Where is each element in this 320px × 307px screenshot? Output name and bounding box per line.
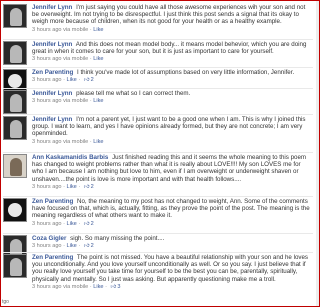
comment-author[interactable]: Zen Parenting xyxy=(32,254,73,261)
divider xyxy=(3,114,313,115)
comment-body: Zen Parenting No, the meaning to my post… xyxy=(32,198,313,228)
watermark: tgo xyxy=(2,299,9,305)
comment-body: Coza Gigler sigh. So many missing the po… xyxy=(32,235,313,250)
comment: Jennifer Lynn please tell me what so I c… xyxy=(3,90,313,114)
comment-time[interactable]: 3 hours ago xyxy=(32,243,62,249)
divider xyxy=(3,196,313,197)
comment-text: The point is not missed. You have a beau… xyxy=(32,254,309,283)
comment-body: Ann Kaskamanidis Barbis Just finished re… xyxy=(32,154,313,191)
comment-text: I'm not a parent yet, I just want to be … xyxy=(32,116,306,138)
comment-meta: 3 hours ago via mobile · Like · 👍︎3 xyxy=(32,283,121,290)
divider xyxy=(3,252,313,253)
comment: Zen Parenting No, the meaning to my post… xyxy=(3,198,313,228)
comment-meta: 3 hours ago via mobile · Like xyxy=(32,26,104,33)
comment-time[interactable]: 3 hours ago xyxy=(32,77,62,83)
comment: Jennifer Lynn And this does not mean mod… xyxy=(3,41,313,65)
comment-author[interactable]: Ann Kaskamanidis Barbis xyxy=(32,154,108,161)
comment-time[interactable]: 3 hours ago via mobile xyxy=(32,56,88,62)
comment-text: please tell me what so I can correct the… xyxy=(76,90,191,97)
comment-author[interactable]: Coza Gigler xyxy=(32,235,66,242)
comment-time[interactable]: 3 hours ago via mobile xyxy=(32,139,88,145)
like-link[interactable]: Like xyxy=(67,221,77,227)
comment-text: I'm just saying you could have all those… xyxy=(32,4,306,26)
thumbs-up-icon: 👍︎ xyxy=(110,283,117,290)
divider xyxy=(3,88,313,89)
comment-time[interactable]: 3 hours ago via mobile xyxy=(32,27,88,33)
comment-text: No, the meaning to my post has not chang… xyxy=(32,198,310,220)
like-count[interactable]: 2 xyxy=(91,184,94,190)
divider xyxy=(3,67,313,68)
comment-meta: 3 hours ago · Like · 👍︎2 xyxy=(32,77,94,84)
comment-body: Jennifer Lynn please tell me what so I c… xyxy=(32,90,313,105)
like-link[interactable]: Like xyxy=(93,56,103,62)
like-link[interactable]: Like xyxy=(93,139,103,145)
like-link[interactable]: Like xyxy=(93,27,103,33)
thumbs-up-icon: 👍︎ xyxy=(83,77,90,84)
comment-author[interactable]: Jennifer Lynn xyxy=(32,4,72,11)
comment-body: Jennifer Lynn I'm not a parent yet, I ju… xyxy=(32,116,313,146)
like-link[interactable]: Like xyxy=(67,243,77,249)
comment-author[interactable]: Jennifer Lynn xyxy=(32,41,72,48)
comment-text: sigh. So many missing the point.... xyxy=(70,235,165,242)
comment-body: Zen Parenting The point is not missed. Y… xyxy=(32,254,313,291)
comment-meta: 3 hours ago via mobile · Like xyxy=(32,56,104,63)
avatar[interactable] xyxy=(3,154,27,178)
like-count[interactable]: 3 xyxy=(117,284,120,290)
comment-body: Jennifer Lynn I'm just saying you could … xyxy=(32,4,313,34)
comment-meta: 3 hours ago via mobile · Like xyxy=(32,98,104,105)
avatar[interactable] xyxy=(3,90,27,114)
comment-text: I think you've made lot of assumptions b… xyxy=(77,69,295,76)
comment-time[interactable]: 3 hours ago xyxy=(32,184,62,190)
like-link[interactable]: Like xyxy=(93,98,103,104)
avatar[interactable] xyxy=(3,254,27,278)
like-link[interactable]: Like xyxy=(67,184,77,190)
divider xyxy=(3,152,313,153)
comment: Ann Kaskamanidis Barbis Just finished re… xyxy=(3,154,313,191)
scrollbar[interactable] xyxy=(316,1,319,306)
divider xyxy=(3,233,313,234)
like-count[interactable]: 2 xyxy=(91,221,94,227)
comment: Jennifer Lynn I'm not a parent yet, I ju… xyxy=(3,116,313,146)
like-count[interactable]: 2 xyxy=(91,243,94,249)
comment: Zen Parenting The point is not missed. Y… xyxy=(3,254,313,291)
divider xyxy=(3,39,313,40)
comment-author[interactable]: Zen Parenting xyxy=(32,198,73,205)
comment-author[interactable]: Jennifer Lynn xyxy=(32,90,72,97)
comment-meta: 3 hours ago · Like · 👍︎2 xyxy=(32,220,94,227)
like-count[interactable]: 2 xyxy=(91,77,94,83)
thumbs-up-icon: 👍︎ xyxy=(83,183,90,190)
comment-meta: 3 hours ago · Like · 👍︎2 xyxy=(32,243,94,250)
comment-author[interactable]: Jennifer Lynn xyxy=(32,116,72,123)
thumbs-up-icon: 👍︎ xyxy=(83,220,90,227)
comment-text: And this does not mean model body... it … xyxy=(32,41,307,56)
avatar[interactable] xyxy=(3,198,27,222)
comment-meta: 3 hours ago via mobile · Like xyxy=(32,138,104,145)
comment-meta: 3 hours ago · Like · 👍︎2 xyxy=(32,183,94,190)
thumbs-up-icon: 👍︎ xyxy=(83,243,90,250)
like-link[interactable]: Like xyxy=(93,284,103,290)
comment-time[interactable]: 3 hours ago xyxy=(32,221,62,227)
avatar[interactable] xyxy=(3,116,27,140)
comment-thread: Jennifer Lynn I'm just saying you could … xyxy=(0,0,320,307)
comment-body: Jennifer Lynn And this does not mean mod… xyxy=(32,41,313,63)
avatar[interactable] xyxy=(3,4,27,28)
comment-time[interactable]: 3 hours ago via mobile xyxy=(32,284,88,290)
comment: Jennifer Lynn I'm just saying you could … xyxy=(3,4,313,34)
comment-time[interactable]: 3 hours ago via mobile xyxy=(32,98,88,104)
avatar[interactable] xyxy=(3,41,27,65)
comment-body: Zen Parenting I think you've made lot of… xyxy=(32,69,313,84)
like-link[interactable]: Like xyxy=(67,77,77,83)
comment-author[interactable]: Zen Parenting xyxy=(32,69,73,76)
